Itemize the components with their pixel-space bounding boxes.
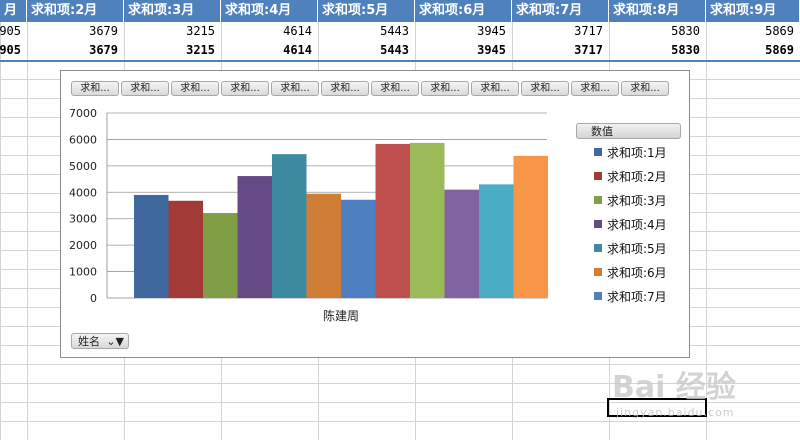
legend-label: 求和项:7月 [607, 290, 667, 304]
bar[interactable] [341, 199, 376, 298]
table-cell[interactable]: 905 [0, 22, 27, 41]
legend-swatch [594, 244, 602, 252]
legend-swatch [594, 268, 602, 276]
legend-swatch [594, 172, 602, 180]
bar[interactable] [306, 193, 342, 298]
legend-label: 求和项:2月 [607, 170, 667, 184]
legend-title[interactable]: 数值 [576, 123, 681, 139]
legend-item: 求和项:7月 [594, 289, 667, 305]
table-cell[interactable]: 3945 [415, 22, 512, 41]
funnel-icon: ⌄▼ [106, 335, 124, 348]
bar[interactable] [444, 189, 480, 298]
legend-swatch [594, 292, 602, 300]
table-cell[interactable]: 3679 [27, 41, 124, 60]
column-header[interactable]: 求和项:2月 [27, 0, 124, 22]
y-tick-label: 0 [90, 292, 97, 305]
column-header[interactable]: 求和项:4月 [221, 0, 318, 22]
table-cell[interactable]: 4614 [221, 22, 318, 41]
bar[interactable] [203, 213, 238, 298]
table-cell[interactable]: 3945 [415, 41, 512, 60]
y-tick-label: 2000 [69, 239, 97, 252]
table-cell[interactable]: 5830 [609, 41, 706, 60]
table-cell[interactable]: 3679 [27, 22, 124, 41]
grid-column-line [0, 0, 1, 440]
column-header[interactable]: 月 [0, 0, 27, 22]
bar[interactable] [237, 176, 273, 298]
legend-label: 求和项:6月 [607, 266, 667, 280]
pivot-header-row: 月求和项:2月 求和项:3月 求和项:4月 求和项:5月 求和项:6月 求和项:7月 求和项… [0, 0, 800, 22]
name-filter-label: 姓名 [78, 335, 100, 348]
bar[interactable] [168, 200, 204, 298]
chart-plot-area: 0 1000 2000 3000 4000 5000 6000 7000 陈建周 [69, 107, 549, 323]
watermark-text: Bai 经验 [612, 370, 736, 405]
legend-item: 求和项:4月 [594, 217, 667, 233]
x-category-label: 陈建周 [323, 308, 359, 323]
legend-swatch [594, 148, 602, 156]
table-cell[interactable]: 5443 [318, 41, 415, 60]
y-tick-label: 6000 [69, 133, 97, 146]
legend-label: 求和项:5月 [607, 242, 667, 256]
legend-label: 求和项:4月 [607, 218, 667, 232]
data-row: 905 3679 3215 4614 5443 3945 3717 5830 5869 [0, 22, 800, 41]
column-header[interactable]: 求和项:7月 [512, 0, 609, 22]
column-header[interactable]: 求和项:3月 [124, 0, 221, 22]
table-cell[interactable]: 3215 [124, 41, 221, 60]
name-filter-button[interactable]: 姓名 ⌄▼ [71, 333, 129, 349]
legend-label: 求和项:1月 [607, 146, 667, 160]
bar[interactable] [272, 154, 307, 298]
grid-column-line [27, 0, 28, 440]
total-row: 905 3679 3215 4614 5443 3945 3717 5830 5869 [0, 41, 800, 62]
y-tick-label: 3000 [69, 213, 97, 226]
table-cell[interactable]: 3215 [124, 22, 221, 41]
baidu-watermark: Bai 经验 jingyan.baidu.com [612, 362, 792, 422]
bar[interactable] [479, 184, 514, 298]
table-cell[interactable]: 5830 [609, 22, 706, 41]
bar[interactable] [410, 142, 445, 298]
pivot-chart[interactable]: 求和... 求和... 求和... 求和... 求和... 求和... 求和... 求和...… [60, 70, 690, 358]
legend-swatch [594, 220, 602, 228]
table-cell[interactable]: 3717 [512, 22, 609, 41]
legend-item: 求和项:5月 [594, 241, 667, 257]
table-cell[interactable]: 5869 [706, 41, 800, 60]
legend-item: 求和项:1月 [594, 145, 667, 161]
table-cell[interactable]: 5869 [706, 22, 800, 41]
y-tick-label: 1000 [69, 266, 97, 279]
y-tick-label: 4000 [69, 186, 97, 199]
column-header[interactable]: 求和项:9月 [706, 0, 800, 22]
y-tick-label: 7000 [69, 107, 97, 120]
y-tick-label: 5000 [69, 160, 97, 173]
bar[interactable] [134, 194, 169, 298]
table-cell[interactable]: 3717 [512, 41, 609, 60]
column-header[interactable]: 求和项:6月 [415, 0, 512, 22]
legend-swatch [594, 196, 602, 204]
legend-item: 求和项:6月 [594, 265, 667, 281]
table-cell[interactable]: 5443 [318, 22, 415, 41]
legend-label: 求和项:3月 [607, 194, 667, 208]
table-cell[interactable]: 905 [0, 41, 27, 60]
column-header[interactable]: 求和项:5月 [318, 0, 415, 22]
table-cell[interactable]: 4614 [221, 41, 318, 60]
legend-item: 求和项:2月 [594, 169, 667, 185]
bar[interactable] [375, 143, 411, 298]
watermark-url: jingyan.baidu.com [616, 406, 735, 419]
column-header[interactable]: 求和项:8月 [609, 0, 706, 22]
legend-item: 求和项:3月 [594, 193, 667, 209]
bar[interactable] [513, 155, 549, 298]
